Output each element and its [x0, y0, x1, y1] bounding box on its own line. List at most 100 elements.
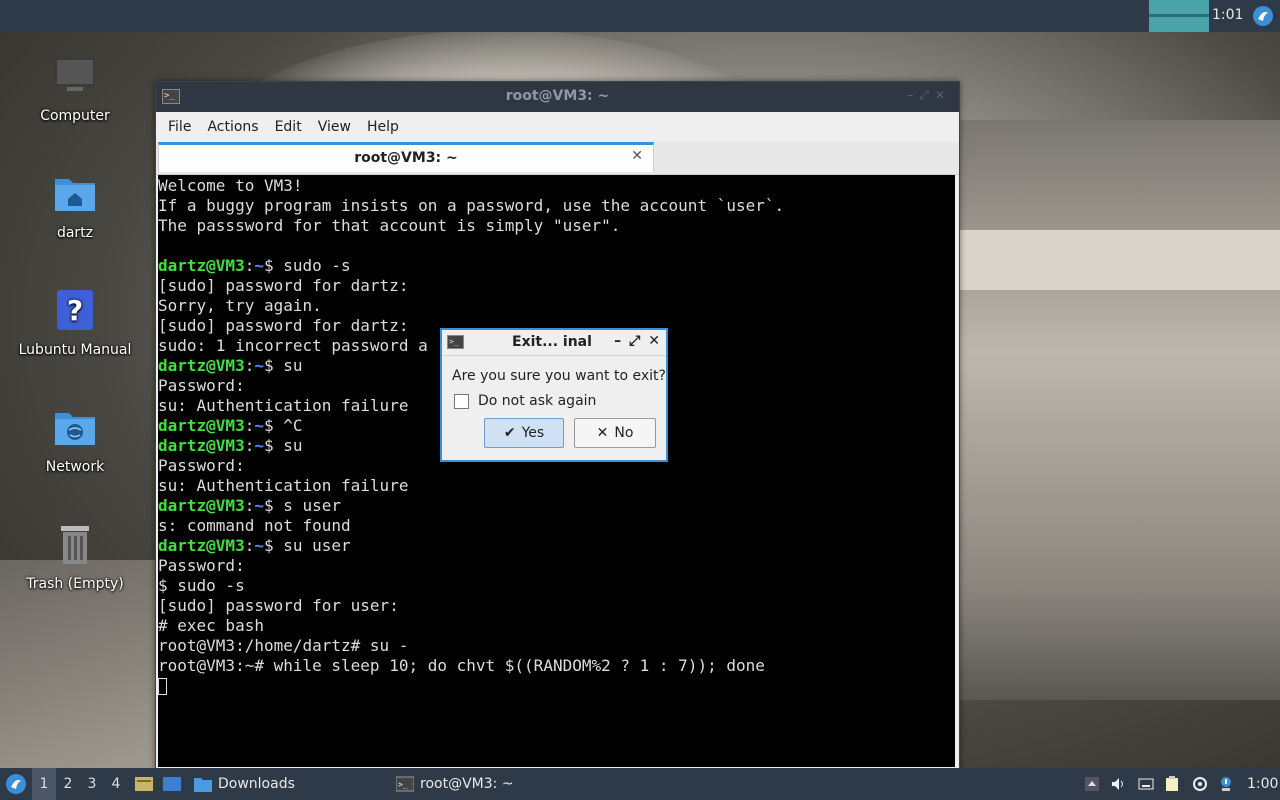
- terminal-icon: >_: [447, 335, 464, 349]
- terminal-line: The passsword for that account is simply…: [158, 216, 621, 235]
- prompt-path: ~: [254, 496, 264, 515]
- terminal-line: dartz@VM3:~$ sudo -s: [158, 256, 955, 276]
- terminal-cursor-line: [158, 676, 955, 696]
- terminal-line: dartz@VM3:~$ s user: [158, 496, 955, 516]
- home-folder-icon: [55, 179, 95, 211]
- wallpaper-shape: [960, 230, 1280, 290]
- prompt-user: dartz@VM3: [158, 496, 245, 515]
- yes-button[interactable]: ✔ Yes: [484, 418, 564, 448]
- prompt-path: ~: [254, 436, 264, 455]
- prompt-path: ~: [254, 256, 264, 275]
- prompt-user: dartz@VM3: [158, 256, 245, 275]
- prompt-path: ~: [254, 356, 264, 375]
- menu-file[interactable]: File: [160, 119, 199, 135]
- top-clock[interactable]: 1:01: [1212, 7, 1243, 23]
- menu-edit[interactable]: Edit: [267, 119, 310, 135]
- x-icon: ✕: [596, 425, 609, 441]
- dialog-question: Are you sure you want to exit?: [452, 368, 666, 384]
- minimize-icon[interactable]: –: [614, 333, 621, 349]
- file-manager-icon: [135, 777, 153, 791]
- checkbox-label: Do not ask again: [478, 393, 597, 409]
- desktop-icon-computer[interactable]: Computer: [15, 54, 135, 124]
- desktop-icon-network[interactable]: Network: [15, 405, 135, 475]
- prompt-user: dartz@VM3: [158, 416, 245, 435]
- start-menu-button[interactable]: [4, 768, 28, 800]
- lubuntu-menu-icon[interactable]: [1252, 5, 1274, 27]
- svg-text:?: ?: [67, 294, 83, 327]
- show-desktop-button[interactable]: [134, 768, 154, 800]
- terminal-icon: >_: [396, 776, 414, 792]
- terminal-line: su: Authentication failure: [158, 476, 409, 495]
- bottom-panel: 1 2 3 4 Downloads >_ root@VM3: ~ 1:00: [0, 768, 1280, 800]
- terminal-cursor: [158, 678, 167, 695]
- command-text: $ su user: [263, 536, 351, 555]
- no-label: No: [614, 425, 634, 441]
- do-not-ask-checkbox[interactable]: Do not ask again: [454, 393, 596, 409]
- terminal-output[interactable]: Welcome to VM3! If a buggy program insist…: [158, 175, 955, 767]
- prompt-sep: :: [244, 356, 255, 375]
- desktop-icon-label: Lubuntu Manual: [18, 342, 132, 358]
- keyboard-icon[interactable]: [1138, 776, 1154, 792]
- desktop-icon-lubuntu-manual[interactable]: ? Lubuntu Manual: [15, 288, 135, 358]
- desktop-icon-trash[interactable]: Trash (Empty): [15, 522, 135, 592]
- tab-label: root@VM3: ~: [354, 150, 458, 166]
- prompt-sep: :: [244, 436, 255, 455]
- dialog-controls: – ⤢ ✕: [606, 333, 660, 349]
- menubar: File Actions Edit View Help: [156, 112, 959, 142]
- terminal-line: # exec bash: [158, 616, 264, 635]
- lubuntu-menu-icon: [6, 774, 26, 794]
- terminal-line: root@VM3:~# while sleep 10; do chvt $((R…: [158, 656, 765, 675]
- terminal-line: root@VM3:/home/dartz# su -: [158, 636, 409, 655]
- network-status-icon[interactable]: [1192, 776, 1208, 792]
- dialog-titlebar[interactable]: >_ Exit... inal – ⤢ ✕: [442, 330, 666, 356]
- desktop-icon-dartz[interactable]: dartz: [15, 171, 135, 241]
- prompt-path: ~: [254, 536, 264, 555]
- quicklaunch-button[interactable]: [162, 768, 182, 800]
- workspace-2[interactable]: 2: [56, 768, 80, 800]
- yes-label: Yes: [521, 425, 545, 441]
- menu-actions[interactable]: Actions: [199, 119, 266, 135]
- checkbox-box[interactable]: [454, 393, 469, 409]
- terminal-line: Welcome to VM3!: [158, 176, 303, 195]
- desktop-icon-label: Network: [45, 459, 105, 475]
- menu-help[interactable]: Help: [359, 119, 407, 135]
- menu-view[interactable]: View: [310, 119, 359, 135]
- task-downloads[interactable]: Downloads: [194, 768, 295, 800]
- window-titlebar[interactable]: >_ root@VM3: ~ –⤢✕: [156, 82, 959, 112]
- network-folder-icon: [55, 413, 95, 445]
- terminal-line: [sudo] password for dartz:: [158, 276, 409, 295]
- command-text: $ s user: [263, 496, 342, 515]
- task-terminal[interactable]: >_ root@VM3: ~: [396, 768, 514, 800]
- workspace-4[interactable]: 4: [104, 768, 128, 800]
- clipboard-icon[interactable]: [1164, 776, 1180, 792]
- bottom-clock[interactable]: 1:00: [1247, 768, 1278, 800]
- volume-icon[interactable]: [1110, 776, 1126, 792]
- notification-icon[interactable]: [1218, 776, 1234, 792]
- prompt-sep: :: [244, 536, 255, 555]
- terminal-line: $ sudo -s: [158, 576, 245, 595]
- workspace-3[interactable]: 3: [80, 768, 104, 800]
- prompt-user: dartz@VM3: [158, 536, 245, 555]
- no-button[interactable]: ✕ No: [574, 418, 656, 448]
- desktop-icon-label: Computer: [40, 108, 110, 124]
- close-icon[interactable]: ✕: [631, 148, 643, 164]
- prompt-user: dartz@VM3: [158, 356, 245, 375]
- prompt-user: dartz@VM3: [158, 436, 245, 455]
- panel-task-indicator[interactable]: [1149, 0, 1209, 32]
- desktop-icon-label: Trash (Empty): [26, 576, 124, 592]
- top-panel: 1:01: [0, 0, 1280, 32]
- terminal-line: If a buggy program insists on a password…: [158, 196, 785, 215]
- workspace-1[interactable]: 1: [32, 768, 56, 800]
- task-label: Downloads: [218, 776, 295, 792]
- check-icon: ✔: [503, 425, 516, 441]
- tab-bar: root@VM3: ~ ✕: [156, 142, 959, 175]
- close-icon[interactable]: ✕: [648, 333, 660, 349]
- task-label: root@VM3: ~: [420, 776, 514, 792]
- tray-arrow-icon[interactable]: [1084, 776, 1100, 792]
- tab-terminal[interactable]: root@VM3: ~ ✕: [158, 142, 654, 172]
- terminal-line: dartz@VM3:~$ su user: [158, 536, 955, 556]
- maximize-icon[interactable]: ⤢: [629, 333, 640, 349]
- window-controls[interactable]: –⤢✕: [907, 88, 951, 103]
- command-text: $ su: [263, 436, 303, 455]
